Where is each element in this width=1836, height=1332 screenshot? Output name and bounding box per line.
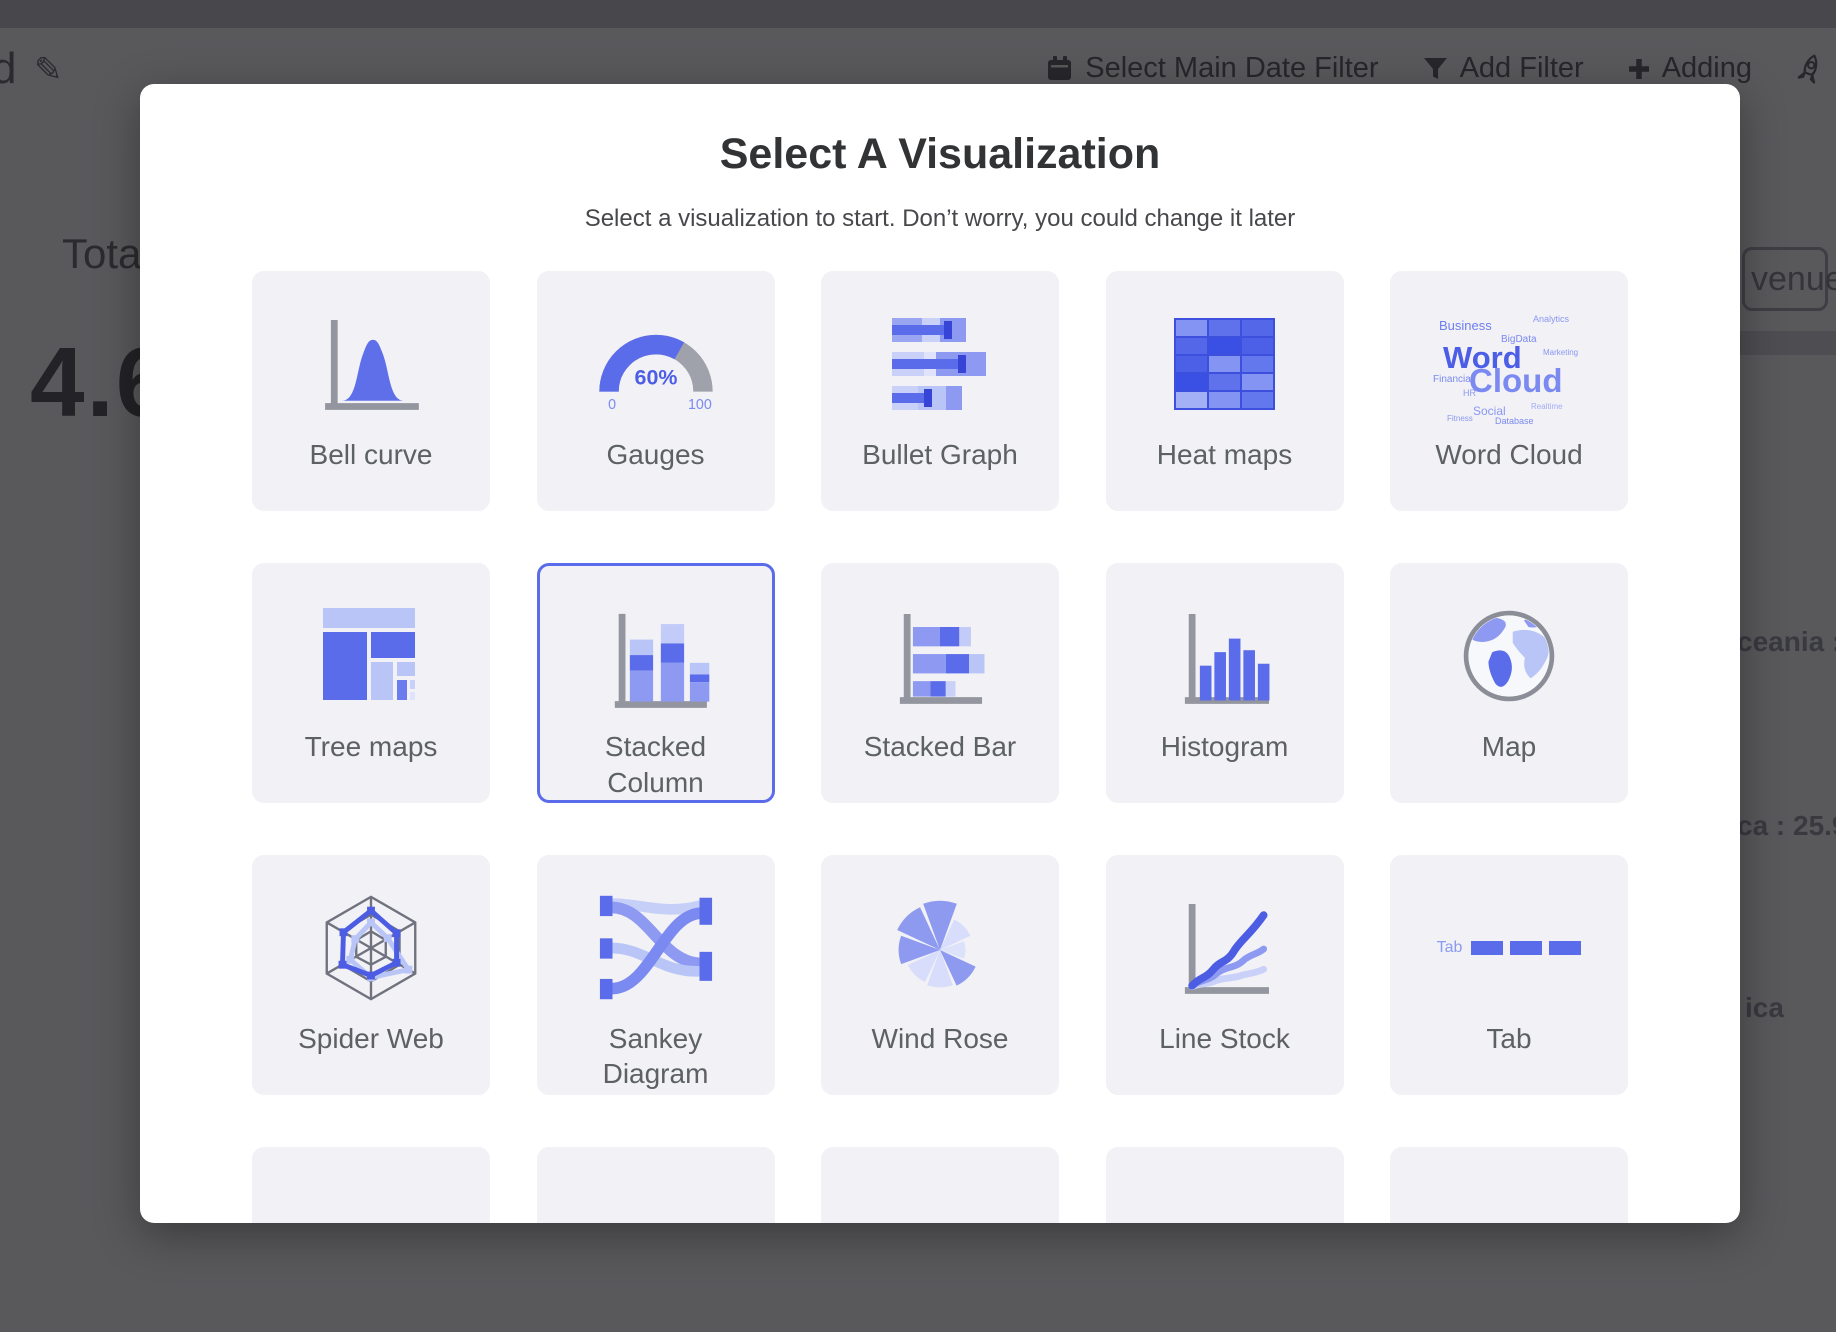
viz-card-label: Word Cloud (1435, 437, 1582, 472)
stacked-bar-icon (821, 591, 1059, 721)
viz-card-label: Gauges (606, 437, 704, 472)
viz-card-bullet-graph[interactable]: Bullet Graph (821, 271, 1059, 511)
select-visualization-modal: Select A Visualization Select a visualiz… (140, 84, 1740, 1223)
viz-card-label: Wind Rose (872, 1021, 1009, 1056)
viz-card-stacked-bar[interactable]: Stacked Bar (821, 563, 1059, 803)
histogram-icon (1106, 591, 1344, 721)
bullet-graph-icon (821, 299, 1059, 429)
app-root: d ✎ Select Main Date Filter Add Filter (0, 0, 1836, 1332)
viz-card-label: Spider Web (298, 1021, 444, 1056)
viz-card-map[interactable]: Map (1390, 563, 1628, 803)
svg-text:60%: 60% (634, 365, 677, 389)
line-stock-icon (1106, 883, 1344, 1013)
viz-card-line-stock[interactable]: Line Stock (1106, 855, 1344, 1095)
spider-web-icon (252, 883, 490, 1013)
globe-map-icon (1390, 591, 1628, 721)
svg-text:0: 0 (608, 397, 616, 412)
viz-card-label: Bullet Graph (862, 437, 1018, 472)
viz-card-label: Histogram (1161, 729, 1289, 764)
viz-card-tab[interactable]: Tab Tab (1390, 855, 1628, 1095)
viz-card-label: Stacked Column (566, 729, 746, 800)
viz-card-spider-web[interactable]: Spider Web (252, 855, 490, 1095)
viz-card-partial[interactable] (537, 1147, 775, 1223)
viz-card-label: Tree maps (305, 729, 438, 764)
viz-card-partial[interactable] (821, 1147, 1059, 1223)
modal-subtitle: Select a visualization to start. Don’t w… (140, 205, 1740, 233)
bell-curve-icon (252, 299, 490, 429)
viz-card-label: Sankey Diagram (566, 1021, 746, 1092)
stacked-column-icon (540, 594, 772, 721)
word-cloud-icon: Business Analytics BigData Word Marketin… (1390, 299, 1628, 429)
visualization-grid: Bell curve 60% 0 100 Gauges (252, 271, 1628, 1223)
viz-card-wind-rose[interactable]: Wind Rose (821, 855, 1059, 1095)
viz-card-label: Tab (1486, 1021, 1531, 1056)
viz-card-sankey-diagram[interactable]: Sankey Diagram (537, 855, 775, 1095)
sankey-diagram-icon (537, 883, 775, 1013)
viz-card-tree-maps[interactable]: Tree maps (252, 563, 490, 803)
viz-card-label: Line Stock (1159, 1021, 1290, 1056)
tree-map-icon (252, 591, 490, 721)
viz-card-partial[interactable] (252, 1147, 490, 1223)
viz-card-histogram[interactable]: Histogram (1106, 563, 1344, 803)
viz-card-heat-maps[interactable]: Heat maps (1106, 271, 1344, 511)
heat-map-icon (1106, 299, 1344, 429)
viz-card-bell-curve[interactable]: Bell curve (252, 271, 490, 511)
tab-icon: Tab (1390, 883, 1628, 1013)
viz-card-label: Heat maps (1157, 437, 1292, 472)
svg-text:100: 100 (688, 397, 712, 412)
viz-card-label: Map (1482, 729, 1536, 764)
viz-card-partial[interactable] (1106, 1147, 1344, 1223)
wind-rose-icon (821, 883, 1059, 1013)
gauge-icon: 60% 0 100 (537, 299, 775, 429)
viz-card-stacked-column[interactable]: Stacked Column (537, 563, 775, 803)
modal-title: Select A Visualization (140, 130, 1740, 179)
viz-card-gauges[interactable]: 60% 0 100 Gauges (537, 271, 775, 511)
viz-card-label: Stacked Bar (864, 729, 1017, 764)
viz-card-label: Bell curve (310, 437, 433, 472)
viz-card-partial[interactable] (1390, 1147, 1628, 1223)
viz-card-word-cloud[interactable]: Business Analytics BigData Word Marketin… (1390, 271, 1628, 511)
